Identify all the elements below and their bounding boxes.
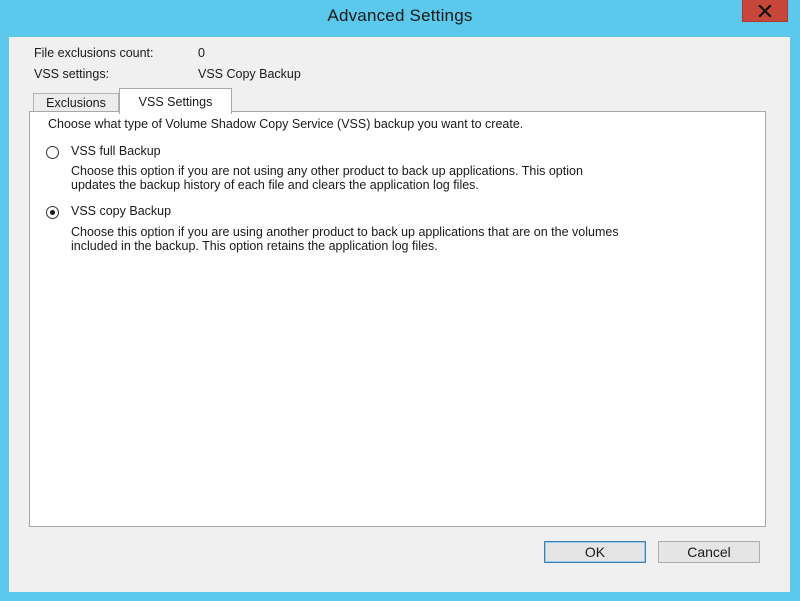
dialog-client-area: File exclusions count: 0 VSS settings: V… xyxy=(9,37,790,592)
radio-selected-dot xyxy=(50,210,55,215)
option-vss-copy-backup-label: VSS copy Backup xyxy=(71,204,172,218)
close-button[interactable] xyxy=(742,0,788,22)
vss-settings-label: VSS settings: xyxy=(34,67,110,81)
ok-button[interactable]: OK xyxy=(544,541,646,563)
vss-settings-panel: Choose what type of Volume Shadow Copy S… xyxy=(29,111,766,527)
cancel-button[interactable]: Cancel xyxy=(658,541,760,563)
exclusions-count-label: File exclusions count: xyxy=(34,46,154,60)
vss-settings-value: VSS Copy Backup xyxy=(198,67,301,81)
dialog-window: Advanced Settings File exclusions count:… xyxy=(0,0,800,601)
tab-exclusions[interactable]: Exclusions xyxy=(33,93,119,111)
vss-prompt: Choose what type of Volume Shadow Copy S… xyxy=(48,117,524,131)
tab-exclusions-label: Exclusions xyxy=(46,95,106,110)
title-bar[interactable]: Advanced Settings xyxy=(0,0,800,37)
close-icon xyxy=(758,4,772,17)
window-title: Advanced Settings xyxy=(327,6,473,25)
tab-vss-settings[interactable]: VSS Settings xyxy=(119,88,232,114)
radio-vss-copy-backup[interactable] xyxy=(46,206,59,219)
option-vss-full-backup-label: VSS full Backup xyxy=(71,144,161,158)
exclusions-count-value: 0 xyxy=(198,46,205,60)
option-vss-copy-backup-description-2: included in the backup. This option reta… xyxy=(71,239,438,253)
option-vss-full-backup-description-1: Choose this option if you are not using … xyxy=(71,164,583,178)
tab-vss-settings-label: VSS Settings xyxy=(138,94,213,109)
radio-vss-full-backup[interactable] xyxy=(46,146,59,159)
option-vss-full-backup-description-2: updates the backup history of each file … xyxy=(71,178,479,192)
option-vss-copy-backup-description-1: Choose this option if you are using anot… xyxy=(71,225,619,239)
